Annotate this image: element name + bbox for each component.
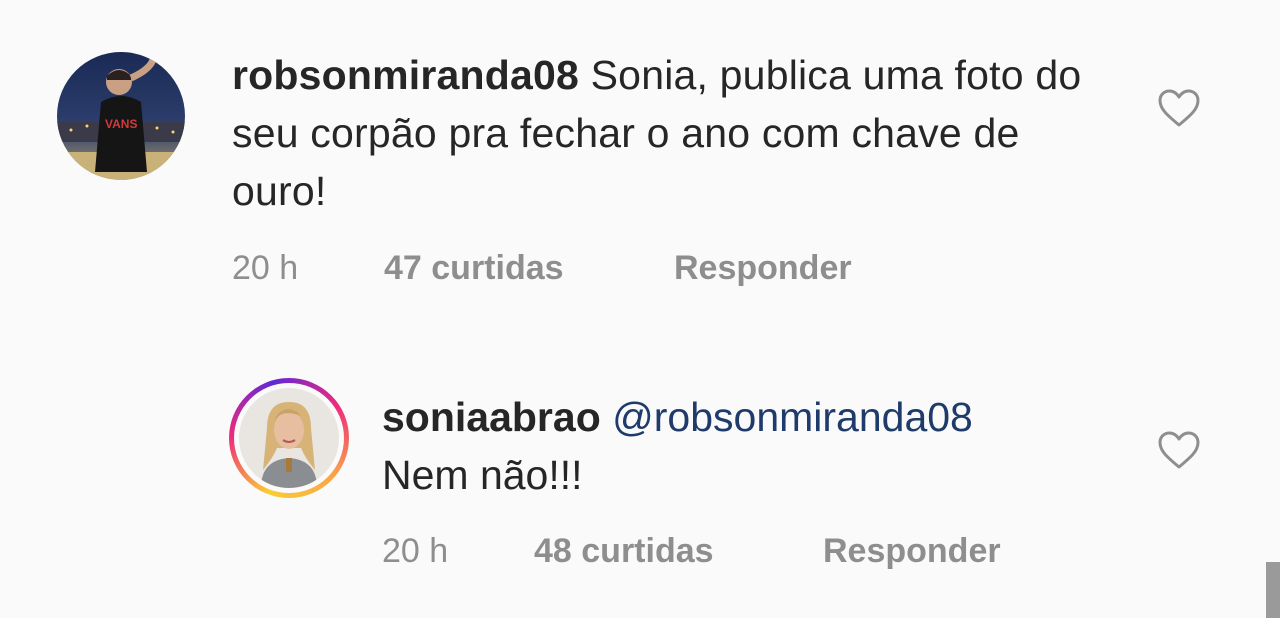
mention-link[interactable]: @robsonmiranda08 [612, 394, 973, 440]
comment-text-1: robsonmiranda08 Sonia, publica uma foto … [232, 46, 1112, 220]
comment-likes-2[interactable]: 48 curtidas [534, 531, 714, 571]
comment-username-1[interactable]: robsonmiranda08 [232, 52, 579, 98]
heart-outline-icon[interactable] [1157, 430, 1201, 470]
comment-text-2: soniaabrao @robsonmiranda08 Nem não!!! [382, 388, 1142, 504]
comment-time-1: 20 h [232, 249, 299, 287]
avatar-soniaabrao[interactable] [239, 388, 339, 488]
comment-time-2: 20 h [382, 532, 449, 570]
heart-outline-icon[interactable] [1157, 88, 1201, 128]
avatar-robsonmiranda08[interactable]: VANS [57, 52, 185, 180]
scrollbar-thumb[interactable] [1266, 562, 1280, 618]
comment-body-2: Nem não!!! [382, 452, 583, 498]
comment-username-2[interactable]: soniaabrao [382, 394, 601, 440]
comment-likes-1[interactable]: 47 curtidas [384, 248, 564, 288]
reply-button-1[interactable]: Responder [674, 248, 852, 288]
svg-text:VANS: VANS [105, 117, 137, 131]
reply-button-2[interactable]: Responder [823, 531, 1001, 571]
story-ring[interactable] [229, 378, 349, 498]
